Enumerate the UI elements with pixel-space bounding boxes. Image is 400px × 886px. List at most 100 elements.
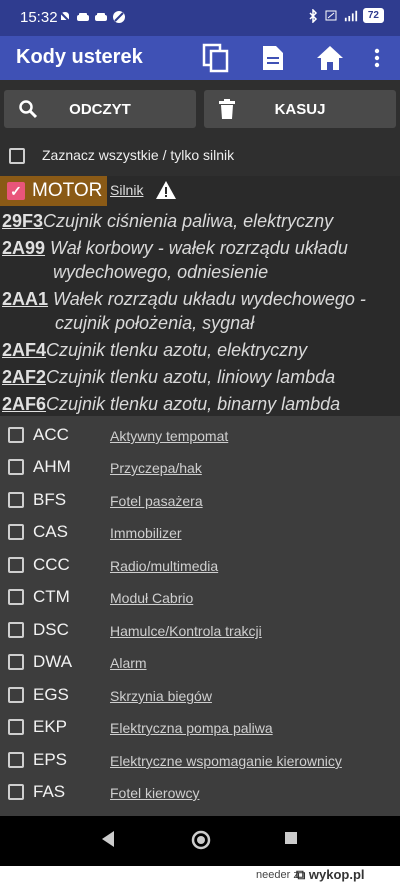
fault-item: 2AF6Czujnik tlenku azotu, binarny lambda bbox=[2, 392, 340, 416]
fault-code[interactable]: 29F3 bbox=[2, 211, 43, 231]
module-checkbox[interactable] bbox=[8, 752, 24, 768]
fault-desc-line2: czujnik położenia, sygnał bbox=[55, 313, 255, 333]
fault-item: 2AF4Czujnik tlenku azotu, elektryczny bbox=[2, 338, 307, 362]
module-link[interactable]: Skrzynia biegów bbox=[110, 688, 212, 704]
status-time: 15:32 bbox=[20, 9, 58, 26]
module-code: EKP bbox=[33, 717, 68, 736]
clear-button-label: KASUJ bbox=[274, 100, 326, 118]
recents-icon[interactable] bbox=[283, 830, 299, 846]
back-icon[interactable] bbox=[100, 830, 116, 848]
fault-code[interactable]: 2AF2 bbox=[2, 367, 46, 387]
trash-icon bbox=[219, 99, 235, 119]
fault-code[interactable]: 2AF4 bbox=[2, 340, 46, 360]
module-link[interactable]: Alarm bbox=[110, 655, 147, 671]
module-checkbox[interactable] bbox=[8, 622, 24, 638]
motor-header[interactable]: ✓ MOTOR bbox=[0, 176, 107, 206]
module-row[interactable]: DSC Hamulce/Kontrola trakcji bbox=[0, 615, 400, 647]
bluetooth-icon bbox=[309, 8, 317, 23]
module-list: ACC Aktywny tempomat AHM Przyczepa/hak BFS… bbox=[0, 416, 400, 816]
document-icon bbox=[263, 46, 283, 70]
fault-desc-continued: wydechowego, odniesienie bbox=[53, 260, 268, 284]
blocked-icon bbox=[113, 11, 125, 23]
module-row[interactable]: BFS Fotel pasażera bbox=[0, 485, 400, 517]
fault-code[interactable]: 2AF6 bbox=[2, 394, 46, 414]
select-all-row[interactable]: Zaznacz wszystkie / tylko silnik bbox=[0, 136, 400, 176]
select-all-label: Zaznacz wszystkie / tylko silnik bbox=[42, 147, 235, 163]
fault-desc: Czujnik tlenku azotu, elektryczny bbox=[46, 340, 308, 360]
module-link[interactable]: Fotel pasażera bbox=[110, 493, 203, 509]
module-link[interactable]: Fotel kierowcy bbox=[110, 785, 199, 801]
app-bar: Kody usterek bbox=[0, 36, 400, 80]
module-code: CTM bbox=[33, 587, 70, 606]
module-checkbox[interactable] bbox=[8, 557, 24, 573]
module-row[interactable]: ACC Aktywny tempomat bbox=[0, 420, 400, 452]
car-icon bbox=[77, 13, 89, 21]
wykop-icon: ⧉ bbox=[296, 867, 306, 882]
module-checkbox[interactable] bbox=[8, 459, 24, 475]
overflow-menu-button[interactable] bbox=[361, 42, 393, 74]
warning-icon bbox=[156, 181, 176, 199]
module-link[interactable]: Aktywny tempomat bbox=[110, 428, 228, 444]
status-bar: 15:32 72 bbox=[0, 0, 400, 36]
module-row[interactable]: EPS Elektryczne wspomaganie kierownicy bbox=[0, 745, 400, 777]
module-row[interactable]: FAS Fotel kierowcy bbox=[0, 777, 400, 809]
module-row[interactable]: EKP Elektryczna pompa paliwa bbox=[0, 712, 400, 744]
fault-desc-line2: wydechowego, odniesienie bbox=[53, 262, 269, 282]
module-code: FAS bbox=[33, 782, 66, 801]
home-button[interactable] bbox=[314, 42, 346, 74]
copy-button[interactable] bbox=[200, 42, 232, 74]
search-icon bbox=[19, 100, 38, 119]
signal-icon bbox=[344, 10, 357, 21]
module-link[interactable]: Hamulce/Kontrola trakcji bbox=[110, 623, 262, 639]
module-checkbox[interactable] bbox=[8, 687, 24, 703]
module-checkbox[interactable] bbox=[8, 784, 24, 800]
select-all-checkbox[interactable] bbox=[9, 148, 25, 164]
module-checkbox[interactable] bbox=[8, 719, 24, 735]
home-nav-icon[interactable] bbox=[191, 830, 211, 850]
motor-link[interactable]: Silnik bbox=[110, 182, 143, 198]
fault-item: 2A99 Wał korbowy - wałek rozrządu układu bbox=[2, 236, 348, 260]
module-checkbox[interactable] bbox=[8, 492, 24, 508]
fault-desc: Wał korbowy - wałek rozrządu układu bbox=[50, 238, 348, 258]
fault-code[interactable]: 2AA1 bbox=[2, 289, 48, 309]
fault-desc: Wałek rozrządu układu wydechowego - bbox=[53, 289, 366, 309]
module-row[interactable]: DWA Alarm bbox=[0, 647, 400, 679]
module-code: ACC bbox=[33, 425, 69, 444]
mute-bell-icon bbox=[58, 10, 72, 24]
module-checkbox[interactable] bbox=[8, 654, 24, 670]
fault-code[interactable]: 2A99 bbox=[2, 238, 45, 258]
module-checkbox[interactable] bbox=[8, 427, 24, 443]
read-button[interactable]: ODCZYT bbox=[4, 90, 196, 128]
action-row: ODCZYT KASUJ bbox=[0, 80, 400, 136]
watermark-user: needer z bbox=[256, 869, 299, 881]
more-vertical-icon bbox=[374, 48, 380, 68]
module-row[interactable]: EGS Skrzynia biegów bbox=[0, 680, 400, 712]
module-checkbox[interactable] bbox=[8, 589, 24, 605]
module-code: EPS bbox=[33, 750, 68, 769]
module-link[interactable]: Radio/multimedia bbox=[110, 558, 218, 574]
module-row[interactable]: AHM Przyczepa/hak bbox=[0, 452, 400, 484]
module-code: BFS bbox=[33, 490, 67, 509]
clear-button[interactable]: KASUJ bbox=[204, 90, 396, 128]
page-title: Kody usterek bbox=[16, 46, 143, 68]
read-button-label: ODCZYT bbox=[69, 100, 131, 118]
module-row[interactable]: CTM Moduł Cabrio bbox=[0, 582, 400, 614]
car-icon-2 bbox=[95, 13, 107, 21]
module-link[interactable]: Przyczepa/hak bbox=[110, 460, 202, 476]
fault-desc-continued: czujnik położenia, sygnał bbox=[55, 311, 254, 335]
module-link[interactable]: Elektryczna pompa paliwa bbox=[110, 720, 273, 736]
module-row[interactable]: CAS Immobilizer bbox=[0, 517, 400, 549]
system-nav-bar bbox=[0, 816, 400, 866]
module-link[interactable]: Immobilizer bbox=[110, 525, 182, 541]
fault-desc: Czujnik ciśnienia paliwa, elektryczny bbox=[43, 211, 334, 231]
motor-checkbox[interactable]: ✓ bbox=[7, 182, 25, 200]
module-code: DWA bbox=[33, 652, 73, 671]
content-area: ODCZYT KASUJ Zaznacz wszystkie / tylko s… bbox=[0, 80, 400, 816]
module-checkbox[interactable] bbox=[8, 524, 24, 540]
module-link[interactable]: Moduł Cabrio bbox=[110, 590, 193, 606]
module-link[interactable]: Elektryczne wspomaganie kierownicy bbox=[110, 753, 342, 769]
module-code: EGS bbox=[33, 685, 69, 704]
module-code: AHM bbox=[33, 457, 71, 476]
document-button[interactable] bbox=[257, 42, 289, 74]
module-row[interactable]: CCC Radio/multimedia bbox=[0, 550, 400, 582]
